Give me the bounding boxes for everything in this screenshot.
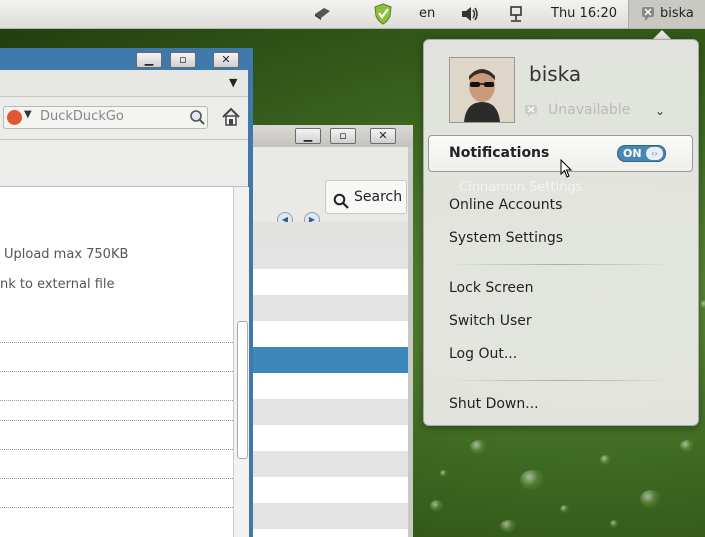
search-icon xyxy=(333,189,349,221)
upload-note: Upload max 750KB xyxy=(4,247,129,262)
magnifier-icon[interactable] xyxy=(188,108,206,130)
menu-item-shut-down[interactable]: Shut Down... xyxy=(449,394,539,414)
menu-item-system-settings[interactable]: System Settings xyxy=(449,228,563,248)
user-menu: biska Unavailable ⌄ Notifications ON ‹› … xyxy=(423,39,699,426)
link-note[interactable]: nk to external file xyxy=(0,277,115,292)
divider xyxy=(0,400,233,401)
list-item[interactable] xyxy=(253,295,408,321)
divider xyxy=(0,342,233,343)
notifications-label: Notifications xyxy=(449,145,550,161)
divider xyxy=(0,507,233,508)
close-button[interactable]: ✕ xyxy=(213,52,239,68)
divider xyxy=(0,478,233,479)
list-item[interactable] xyxy=(253,477,408,503)
top-panel: en Thu 16:20 biska xyxy=(0,0,705,29)
avatar[interactable] xyxy=(449,57,515,123)
list-item[interactable] xyxy=(253,243,408,269)
menu-item-switch-user[interactable]: Switch User xyxy=(449,311,532,331)
user-name: biska xyxy=(529,62,582,86)
scrollbar[interactable] xyxy=(233,187,249,537)
divider xyxy=(0,449,233,450)
menu-item-online-accounts[interactable]: Online Accounts xyxy=(449,195,562,215)
language-indicator[interactable]: en xyxy=(419,0,435,28)
maximize-button[interactable]: ▫ xyxy=(330,128,356,144)
page-content: Upload max 750KB nk to external file xyxy=(0,187,233,537)
menu-item-log-out[interactable]: Log Out... xyxy=(449,344,517,364)
list-header xyxy=(253,222,408,244)
browser-menubar: ▼ xyxy=(0,70,248,97)
shield-check-icon[interactable] xyxy=(372,0,394,28)
list-item[interactable] xyxy=(253,269,408,295)
close-button[interactable]: ✕ xyxy=(370,128,396,144)
menu-separator xyxy=(449,264,671,265)
minimize-button[interactable]: ▁ xyxy=(295,128,321,144)
notifications-toggle[interactable]: ON ‹› xyxy=(617,145,666,162)
list-item[interactable] xyxy=(253,425,408,451)
list-item[interactable] xyxy=(253,399,408,425)
list-item[interactable] xyxy=(253,321,408,347)
search-engine-box[interactable]: ▼ DuckDuckGo xyxy=(3,106,208,129)
toggle-knob: ‹› xyxy=(646,147,663,160)
browser-tabbar xyxy=(0,140,248,187)
list-item-selected[interactable] xyxy=(253,347,408,373)
second-window: ▁ ▫ ✕ ◀ ▶ Search xyxy=(253,125,413,537)
status-selector[interactable]: Unavailable ⌄ xyxy=(524,100,674,122)
list-item[interactable] xyxy=(253,451,408,477)
browser-window: ▁ ▫ ✕ ▼ ▼ DuckDuckGo Upload max 750KB nk… xyxy=(0,48,253,537)
menu-separator xyxy=(449,380,671,381)
minimize-button[interactable]: ▁ xyxy=(136,52,162,68)
volume-icon[interactable] xyxy=(460,0,480,28)
network-icon[interactable] xyxy=(508,0,524,28)
ghost-tooltip: Cinnamon Settings xyxy=(459,180,583,195)
divider xyxy=(0,371,233,372)
second-window-titlebar[interactable]: ▁ ▫ ✕ xyxy=(253,125,413,147)
browser-navbar: ▼ DuckDuckGo xyxy=(0,97,248,140)
toggle-on-label: ON xyxy=(623,147,642,160)
list-item[interactable] xyxy=(253,503,408,529)
maximize-button[interactable]: ▫ xyxy=(170,52,196,68)
status-icon xyxy=(524,103,538,123)
chevron-down-icon: ⌄ xyxy=(655,104,666,118)
dropdown-arrow-icon[interactable]: ▼ xyxy=(24,109,32,120)
item-list xyxy=(253,243,408,537)
clock[interactable]: Thu 16:20 xyxy=(551,0,617,28)
status-label: Unavailable xyxy=(548,102,631,118)
menu-dropdown-icon[interactable]: ▼ xyxy=(229,76,237,89)
panel-username: biska xyxy=(660,6,694,21)
search-engine-placeholder[interactable]: DuckDuckGo xyxy=(40,109,124,124)
duckduckgo-icon[interactable] xyxy=(7,110,22,125)
screenshot-icon[interactable] xyxy=(312,0,332,28)
notifications-item[interactable]: Notifications ON ‹› xyxy=(428,135,693,178)
scrollbar-thumb[interactable] xyxy=(237,321,248,459)
search-label: Search xyxy=(354,189,403,205)
user-applet[interactable]: biska xyxy=(628,0,705,28)
list-item[interactable] xyxy=(253,373,408,399)
search-button[interactable]: Search xyxy=(325,180,407,214)
menu-arrow xyxy=(653,30,671,39)
menu-item-lock-screen[interactable]: Lock Screen xyxy=(449,278,534,298)
home-icon[interactable] xyxy=(220,106,242,132)
divider xyxy=(0,420,233,421)
